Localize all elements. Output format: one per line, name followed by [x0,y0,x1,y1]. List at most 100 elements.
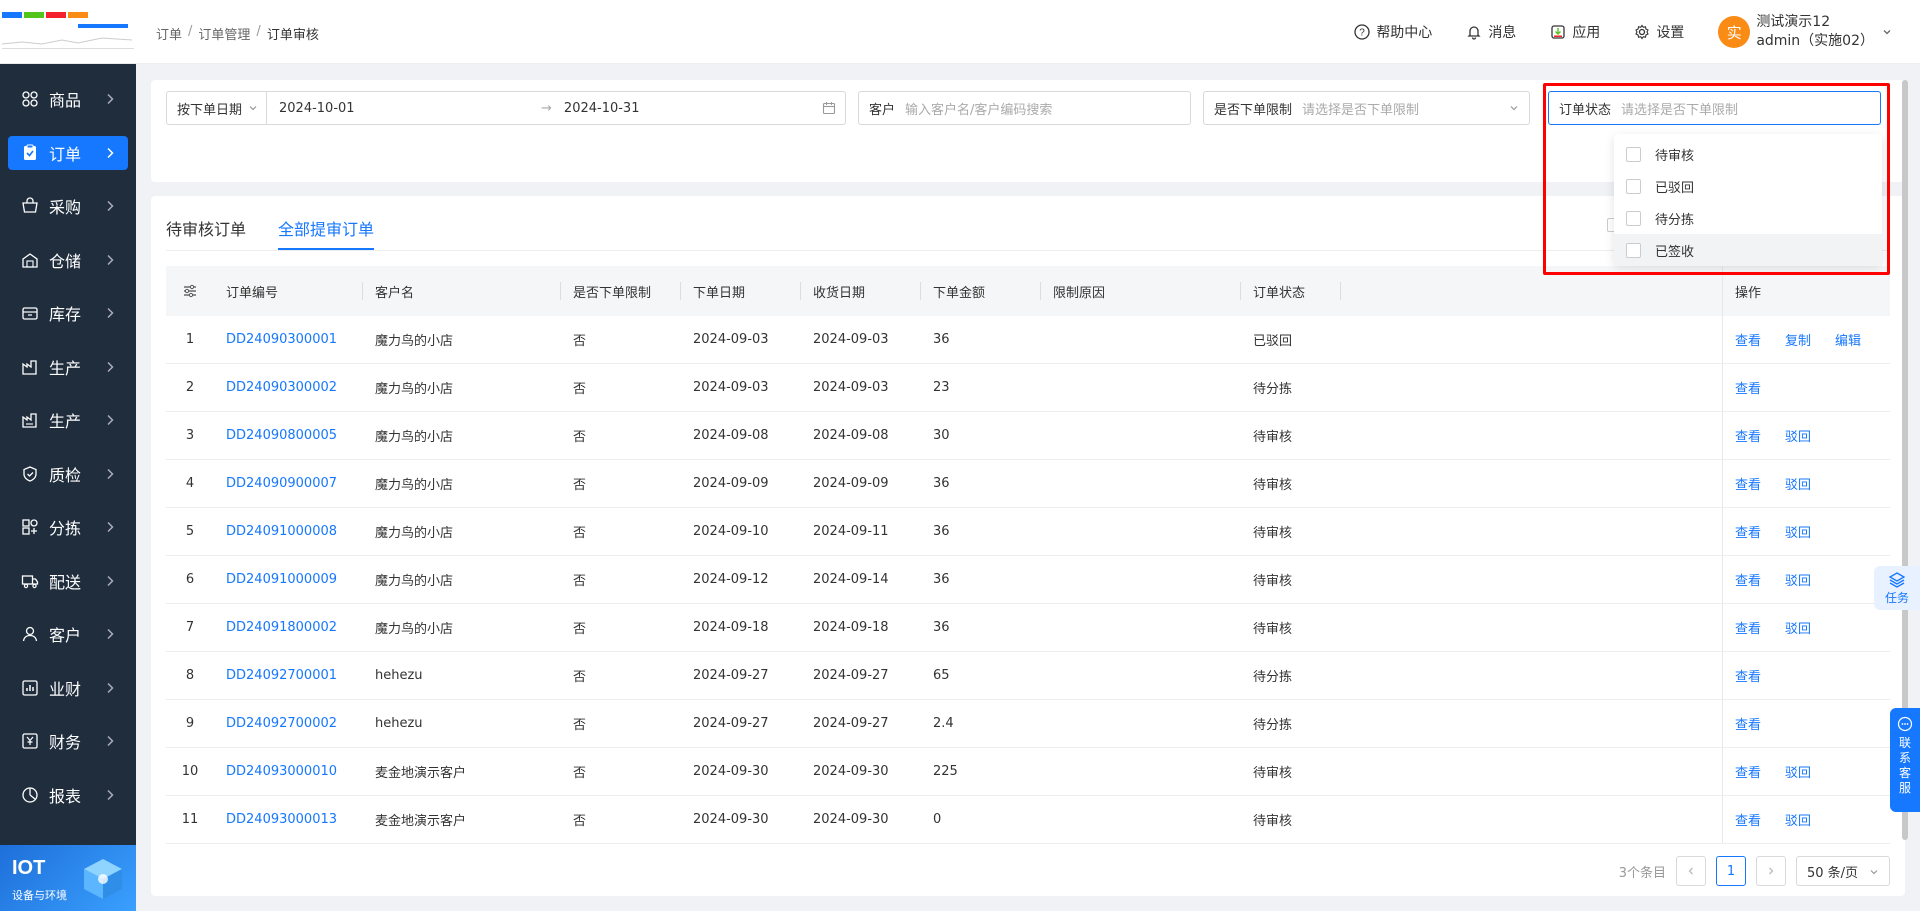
sidebar-item[interactable]: 业财 [8,671,128,705]
order-amount: 225 [933,764,958,779]
order-number-link[interactable]: DD24090900007 [214,476,363,491]
logo-thumbnail[interactable] [0,0,136,64]
page-size-select[interactable]: 50 条/页 [1796,856,1890,886]
status-option[interactable]: 已驳回 [1614,170,1882,202]
customer-filter[interactable]: 客户 输入客户名/客户编码搜索 [858,91,1191,125]
order-number-link[interactable]: DD24090300002 [214,380,363,395]
help-center-button[interactable]: ? 帮助中心 [1354,22,1432,42]
row-action-link[interactable]: 查看 [1735,714,1761,733]
row-action-link[interactable]: 驳回 [1785,474,1811,493]
prev-page-button[interactable] [1676,856,1706,886]
order-limit-select[interactable]: 请选择是否下单限制 [1302,99,1419,118]
message-button[interactable]: 消息 [1466,22,1516,42]
column-settings-button[interactable] [166,266,214,316]
sidebar-item[interactable]: 商品 [8,82,128,116]
sidebar-item[interactable]: 配送 [8,564,128,598]
customer-name: hehezu [375,668,423,683]
row-action-link[interactable]: 驳回 [1785,810,1811,829]
sidebar-item[interactable]: 生产 [8,350,128,384]
row-action-link[interactable]: 驳回 [1785,426,1811,445]
row-action-link[interactable]: 查看 [1735,426,1761,445]
status-option-checkbox[interactable] [1626,242,1641,258]
order-amount: 23 [933,380,950,395]
status-option[interactable]: 待审核 [1614,138,1882,170]
date-start-input[interactable]: 2024-10-01 [279,101,529,116]
sidebar-item[interactable]: 仓储 [8,243,128,277]
order-number-link[interactable]: DD24091000009 [214,572,363,587]
sidebar-item-label: 质检 [49,465,82,485]
status-option-checkbox[interactable] [1626,146,1641,162]
row-action-link[interactable]: 编辑 [1835,330,1861,349]
sorting-icon [22,519,38,535]
status-option-checkbox[interactable] [1626,178,1641,194]
page-number-button[interactable]: 1 [1716,856,1746,886]
order-number-link[interactable]: DD24093000010 [214,764,363,779]
sidebar-item[interactable]: 订单 [8,135,128,170]
row-action-link[interactable]: 查看 [1735,762,1761,781]
order-number-link[interactable]: DD24092700002 [214,716,363,731]
row-action-link[interactable]: 查看 [1735,522,1761,541]
order-status-filter[interactable]: 订单状态 请选择是否下单限制 [1548,91,1881,125]
order-amount: 65 [933,668,950,683]
row-action-link[interactable]: 驳回 [1785,762,1811,781]
sidebar-item[interactable]: 生产 [8,403,128,437]
row-action-link[interactable]: 驳回 [1785,618,1811,637]
customer-search-input[interactable]: 输入客户名/客户编码搜索 [905,99,1052,118]
sidebar-item[interactable]: 客户 [8,617,128,651]
order-date: 2024-09-08 [693,428,769,443]
breadcrumb-item-order[interactable]: 订单 [156,24,182,43]
date-end-input[interactable]: 2024-10-31 [564,101,814,116]
order-number-link[interactable]: DD24093000013 [214,812,363,827]
next-page-button[interactable] [1756,856,1786,886]
sidebar-item[interactable]: 分拣 [8,510,128,544]
task-float-button[interactable]: 任务 [1874,566,1920,610]
breadcrumb-item-order-management[interactable]: 订单管理 [198,24,250,43]
row-action-link[interactable]: 复制 [1785,330,1811,349]
order-number-link[interactable]: DD24090800005 [214,428,363,443]
settings-button[interactable]: 设置 [1634,22,1684,42]
sidebar-item-label: 客户 [49,626,82,645]
row-action-link[interactable]: 查看 [1735,618,1761,637]
row-actions: 查看 驳回 [1722,796,1890,843]
user-menu[interactable]: 实 测试演示12 admin（实施02） [1718,13,1892,51]
row-action-link[interactable]: 驳回 [1785,570,1811,589]
order-status: 待审核 [1253,478,1293,493]
order-number-link[interactable]: DD24091000008 [214,524,363,539]
business-finance-icon [22,679,38,696]
status-option-checkbox[interactable] [1626,210,1641,226]
row-actions: 查看 驳回 [1722,604,1890,651]
apps-button[interactable]: 应用 [1550,22,1600,42]
order-date: 2024-09-03 [693,380,769,395]
row-action-link[interactable]: 驳回 [1785,522,1811,541]
row-action-link[interactable]: 查看 [1735,570,1761,589]
calendar-icon[interactable] [822,101,836,115]
sidebar-item[interactable]: 质检 [8,457,128,491]
chevron-right-icon [107,735,114,747]
status-option[interactable]: 待分拣 [1614,202,1882,234]
receive-date: 2024-09-09 [813,476,889,491]
order-limit-filter[interactable]: 是否下单限制 请选择是否下单限制 [1203,91,1530,125]
sidebar-item[interactable]: 财务 [8,724,128,758]
row-action-link[interactable]: 查看 [1735,330,1761,349]
order-number-link[interactable]: DD24092700001 [214,668,363,683]
status-option[interactable]: 已签收 [1614,234,1882,266]
order-status-select[interactable]: 请选择是否下单限制 [1621,99,1738,118]
tab-pending-review[interactable]: 待审核订单 [166,196,246,250]
gear-icon [1635,24,1650,40]
date-type-select[interactable]: 按下单日期 [167,92,268,124]
sidebar-item[interactable]: 库存 [8,296,128,330]
sidebar-item[interactable]: 采购 [8,189,128,223]
iot-banner[interactable]: IOT 设备与环境 [0,845,136,911]
row-action-link[interactable]: 查看 [1735,810,1761,829]
row-action-link[interactable]: 查看 [1735,474,1761,493]
row-action-link[interactable]: 查看 [1735,378,1761,397]
tab-all-submitted[interactable]: 全部提审订单 [278,196,375,250]
row-action-link[interactable]: 查看 [1735,666,1761,685]
breadcrumb-separator: / [256,24,261,39]
order-number-link[interactable]: DD24090300001 [214,332,363,347]
svg-text:?: ? [1360,28,1366,39]
customer-service-button[interactable]: 联 系 客 服 [1890,708,1920,812]
chevron-right-icon [107,254,114,265]
sidebar-item[interactable]: 报表 [8,778,128,812]
order-number-link[interactable]: DD24091800002 [214,620,363,635]
